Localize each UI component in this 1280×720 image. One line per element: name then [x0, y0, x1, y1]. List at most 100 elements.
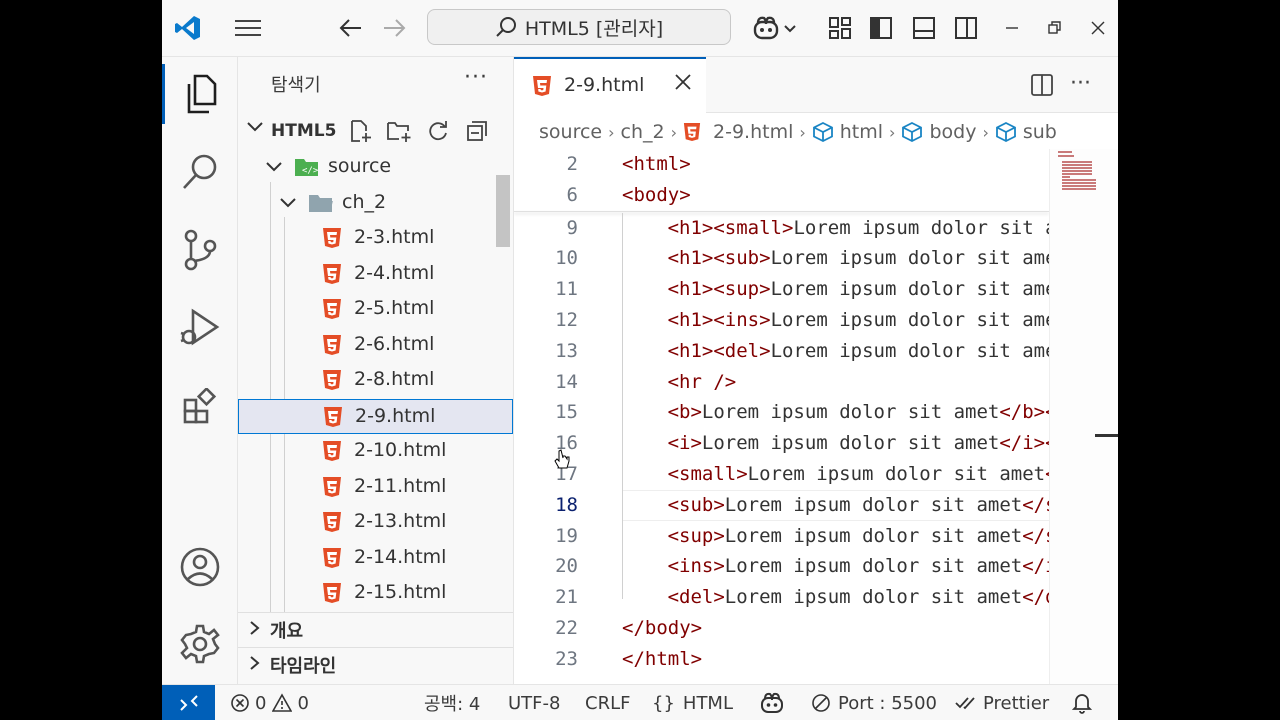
command-center-search[interactable]: HTML5 [관리자] — [427, 9, 731, 45]
workspace-section-header[interactable]: HTML5 — [238, 117, 513, 147]
html5-file-icon — [532, 75, 552, 102]
file-item[interactable]: 2-13.html — [238, 505, 513, 540]
settings-gear-icon[interactable] — [162, 614, 237, 674]
minimize-icon[interactable] — [996, 12, 1028, 44]
tree-item-label: 2-15.html — [354, 581, 447, 603]
code-text: <sup>Lorem ipsum dolor sit amet</s — [667, 524, 1049, 547]
extensions-icon[interactable] — [162, 377, 237, 437]
warning-count: 0 — [297, 692, 309, 714]
prettier-indicator[interactable]: Prettier — [955, 685, 1049, 720]
remote-indicator-icon[interactable] — [162, 685, 215, 720]
breadcrumb-item[interactable]: 2-9.html — [713, 121, 793, 143]
html5-file-icon — [322, 440, 342, 467]
file-item[interactable]: 2-10.html — [238, 434, 513, 469]
file-item[interactable]: 2-3.html — [238, 221, 513, 256]
collapse-all-icon[interactable] — [465, 119, 489, 147]
file-item[interactable]: 2-14.html — [238, 541, 513, 576]
html5-file-icon — [322, 582, 342, 609]
code-text: <small>Lorem ipsum dolor sit amet< — [667, 463, 1049, 485]
copilot-status-icon[interactable] — [760, 685, 784, 720]
chevron-right-icon: › — [982, 122, 989, 142]
code-text: <sub>Lorem ipsum dolor sit amet</s — [667, 493, 1049, 516]
html5-file-icon — [322, 263, 342, 290]
language-label: HTML — [682, 692, 733, 714]
eol-indicator[interactable]: CRLF — [585, 685, 630, 720]
toggle-sidebar-icon[interactable] — [865, 12, 897, 44]
html5-file-icon — [322, 476, 342, 503]
breadcrumb-item[interactable]: sub — [1023, 121, 1057, 143]
tree-item-label: 2-9.html — [355, 404, 436, 427]
code-editor[interactable]: 2 <html> 6 <body> 9 <h1><small>Lorem ipsum do… — [514, 149, 1049, 684]
accounts-icon[interactable] — [162, 537, 237, 597]
menu-icon[interactable] — [232, 12, 264, 44]
tab-2-9-html[interactable]: 2-9.html — [514, 57, 706, 113]
file-item[interactable]: 2-9.html — [238, 398, 513, 434]
language-mode-indicator[interactable]: {} HTML — [652, 685, 733, 720]
breadcrumb-item[interactable]: body — [929, 121, 976, 143]
folder-item[interactable]: </> source — [238, 150, 513, 185]
new-file-icon[interactable] — [348, 119, 372, 147]
explorer-icon[interactable] — [162, 64, 237, 124]
refresh-icon[interactable] — [426, 119, 450, 147]
breadcrumb-item[interactable]: ch_2 — [621, 121, 665, 143]
live-server-indicator[interactable]: Port : 5500 — [811, 685, 937, 720]
file-item[interactable]: 2-15.html — [238, 576, 513, 611]
minimap[interactable] — [1049, 149, 1118, 684]
source-control-icon[interactable] — [162, 220, 237, 280]
port-label: Port : 5500 — [838, 692, 937, 714]
restore-icon[interactable] — [1039, 12, 1071, 44]
html5-file-icon — [322, 334, 342, 361]
vscode-window: HTML5 [관리자] 탐색기 ··· HTML5 </> source ch_… — [162, 0, 1118, 720]
copilot-icon[interactable] — [750, 12, 800, 44]
file-item[interactable]: 2-8.html — [238, 363, 513, 398]
sidebar-scrollbar[interactable] — [496, 175, 510, 247]
file-item[interactable]: 2-11.html — [238, 470, 513, 505]
outline-label: 개요 — [270, 621, 304, 642]
toggle-secondary-sidebar-icon[interactable] — [950, 12, 982, 44]
tree-item-label: 2-3.html — [354, 226, 435, 248]
line-number: 19 — [555, 524, 578, 547]
folder-item[interactable]: ch_2 — [238, 186, 513, 221]
symbol-element-icon — [995, 121, 1017, 143]
more-actions-icon[interactable]: ··· — [464, 65, 488, 90]
editor-more-actions-icon[interactable]: ··· — [1070, 71, 1091, 96]
line-number: 14 — [555, 370, 578, 393]
code-text: </html> — [622, 647, 703, 670]
indentation-indicator[interactable]: 공백: 4 — [424, 685, 480, 720]
new-folder-icon[interactable] — [386, 119, 412, 147]
layout-customize-icon[interactable] — [824, 12, 856, 44]
breadcrumb-item[interactable]: source — [539, 121, 602, 143]
file-item[interactable]: 2-4.html — [238, 257, 513, 292]
code-line: 18 <sub>Lorem ipsum dolor sit amet</s — [514, 490, 1049, 521]
forward-arrow-icon[interactable] — [378, 12, 410, 44]
encoding-indicator[interactable]: UTF-8 — [508, 685, 560, 720]
breadcrumb-item[interactable]: html — [840, 121, 883, 143]
source-folder-icon: </> — [294, 156, 320, 183]
search-box-label: HTML5 [관리자] — [524, 17, 664, 40]
back-arrow-icon[interactable] — [335, 12, 367, 44]
code-text: <h1><ins>Lorem ipsum dolor sit ame — [667, 309, 1049, 331]
close-icon[interactable] — [1082, 12, 1114, 44]
split-editor-icon[interactable] — [1030, 73, 1054, 101]
chevron-right-icon: › — [608, 122, 615, 142]
code-text: <h1><sub>Lorem ipsum dolor sit ame — [667, 247, 1049, 270]
outline-section-header[interactable]: 개요 — [238, 612, 513, 647]
toggle-panel-icon[interactable] — [908, 12, 940, 44]
file-item[interactable]: 2-6.html — [238, 328, 513, 363]
problems-indicator[interactable]: 0 0 — [230, 685, 309, 720]
code-text: <b>Lorem ipsum dolor sit amet</b>< — [667, 401, 1049, 424]
folder-open-icon — [308, 192, 334, 219]
sticky-scroll-line: 2 <html> — [514, 149, 1049, 180]
timeline-section-header[interactable]: 타임라인 — [238, 647, 513, 682]
activity-bar — [162, 57, 238, 684]
search-icon[interactable] — [162, 142, 237, 202]
code-line: 19 <sup>Lorem ipsum dolor sit amet</s — [514, 521, 1049, 552]
status-bar: 0 0 공백: 4 UTF-8 CRLF {} HTML Port : 5500… — [162, 684, 1118, 720]
sticky-scroll-line: 6 <body> — [514, 180, 1049, 211]
code-line: 22 </body> — [514, 613, 1049, 644]
file-item[interactable]: 2-5.html — [238, 292, 513, 327]
run-debug-icon[interactable] — [162, 297, 237, 357]
code-line: 12 <h1><ins>Lorem ipsum dolor sit ame — [514, 305, 1049, 336]
tab-close-icon[interactable] — [674, 73, 692, 96]
notifications-bell-icon[interactable] — [1072, 685, 1092, 720]
